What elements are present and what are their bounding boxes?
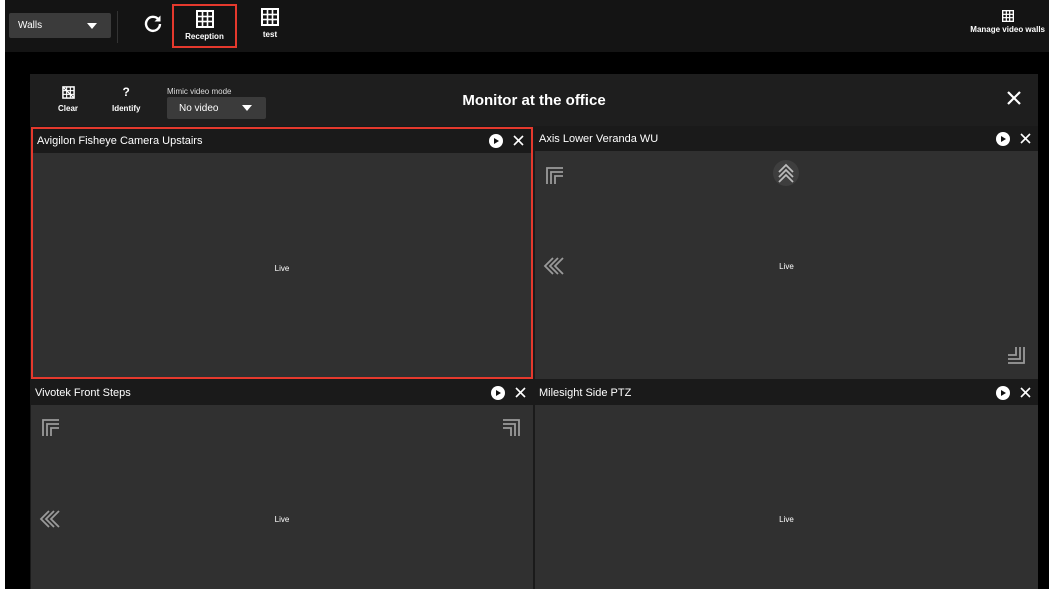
- close-icon[interactable]: [512, 134, 525, 147]
- manage-video-walls-label: Manage video walls: [970, 25, 1045, 34]
- camera-name: Vivotek Front Steps: [35, 387, 131, 399]
- ptz-down-right-icon[interactable]: [1004, 343, 1028, 367]
- ptz-up-left-icon[interactable]: [543, 164, 567, 188]
- top-toolbar: Walls Reception test Manage video walls: [5, 0, 1049, 52]
- video-wall-panel: Clear ? Identify Mimic video mode No vid…: [30, 74, 1038, 589]
- live-status: Live: [274, 264, 290, 273]
- walls-dropdown-label: Walls: [18, 20, 43, 31]
- wall-button-label: test: [262, 30, 278, 39]
- walls-dropdown[interactable]: Walls: [9, 13, 111, 38]
- refresh-icon[interactable]: [143, 13, 163, 33]
- tile-header: Axis Lower Veranda WU: [535, 127, 1038, 151]
- camera-tile[interactable]: Milesight Side PTZ Live: [535, 381, 1038, 589]
- ptz-up-left-icon[interactable]: [39, 416, 63, 440]
- play-icon[interactable]: [996, 132, 1010, 146]
- tile-header: Milesight Side PTZ: [535, 381, 1038, 405]
- camera-name: Avigilon Fisheye Camera Upstairs: [37, 135, 203, 147]
- ptz-up-right-icon[interactable]: [499, 416, 523, 440]
- tile-header: Avigilon Fisheye Camera Upstairs: [33, 129, 531, 153]
- video-wall-app: Walls Reception test Manage video walls …: [5, 0, 1049, 589]
- close-icon[interactable]: [1005, 89, 1023, 107]
- camera-tile[interactable]: Axis Lower Veranda WU Live: [535, 127, 1038, 379]
- live-status: Live: [779, 262, 794, 271]
- wall-button-label: Reception: [185, 32, 224, 41]
- camera-tile[interactable]: Avigilon Fisheye Camera Upstairs Live: [31, 127, 533, 379]
- play-icon[interactable]: [996, 386, 1010, 400]
- camera-name: Milesight Side PTZ: [539, 387, 632, 399]
- live-status: Live: [779, 515, 794, 524]
- ptz-up-icon: [778, 163, 794, 183]
- close-icon[interactable]: [1019, 386, 1032, 399]
- manage-video-walls-button[interactable]: Manage video walls: [970, 10, 1045, 34]
- chevron-down-icon: [87, 23, 97, 29]
- close-icon[interactable]: [1019, 132, 1032, 145]
- live-status: Live: [274, 515, 290, 524]
- wall-title: Monitor at the office: [462, 92, 606, 109]
- ptz-up-button[interactable]: [773, 160, 799, 186]
- toolbar-divider: [117, 11, 118, 43]
- camera-name: Axis Lower Veranda WU: [539, 133, 659, 145]
- wall-button-reception[interactable]: Reception: [172, 4, 237, 48]
- camera-tile[interactable]: Vivotek Front Steps Live: [31, 381, 533, 589]
- play-icon[interactable]: [491, 386, 505, 400]
- grid-icon: [195, 10, 214, 28]
- wall-button-test[interactable]: test: [248, 4, 292, 48]
- wall-header: Clear ? Identify Mimic video mode No vid…: [30, 74, 1038, 126]
- tile-header: Vivotek Front Steps: [31, 381, 533, 405]
- grid-icon: [1001, 10, 1014, 22]
- play-icon[interactable]: [489, 134, 503, 148]
- grid-icon: [261, 8, 279, 26]
- close-icon[interactable]: [514, 386, 527, 399]
